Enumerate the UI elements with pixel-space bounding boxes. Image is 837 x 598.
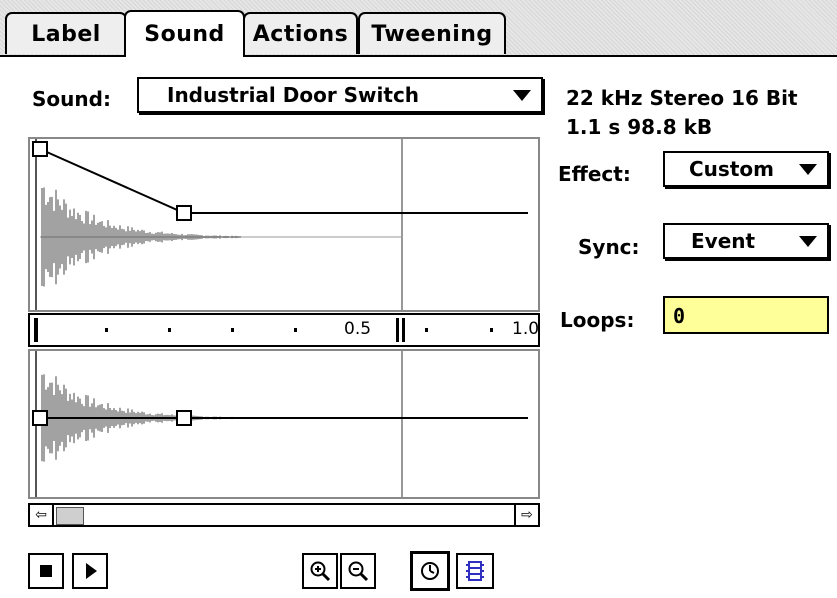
sound-format-info: 22 kHz Stereo 16 Bit [566, 86, 798, 110]
sync-select-value: Event [691, 229, 756, 253]
chevron-down-icon [799, 163, 817, 175]
scroll-thumb[interactable] [56, 507, 84, 525]
tab-actions[interactable]: Actions [243, 12, 358, 54]
arrow-right-icon[interactable]: ⇨ [514, 505, 538, 525]
tab-tweening[interactable]: Tweening [358, 12, 506, 54]
tab-sound-text: Sound [144, 22, 225, 47]
tab-tweening-text: Tweening [371, 21, 493, 47]
frame-units-button[interactable] [456, 553, 494, 589]
clock-icon [421, 562, 439, 580]
chevron-down-icon [513, 89, 531, 101]
sound-label: Sound: [32, 87, 111, 111]
ruler-mark-half: 0.5 [344, 319, 372, 339]
tab-bar: Label Sound Actions Tweening [0, 0, 837, 57]
left-channel-envelope[interactable] [28, 137, 540, 312]
loops-label: Loops: [560, 308, 635, 332]
tab-label-text: Label [31, 21, 101, 47]
envelope-handle[interactable] [176, 205, 192, 221]
sound-select[interactable]: Industrial Door Switch [137, 77, 543, 113]
envelope-handle[interactable] [176, 410, 192, 426]
sound-select-value: Industrial Door Switch [167, 83, 420, 107]
sound-panel: Sound: Industrial Door Switch 22 kHz Ste… [0, 55, 837, 598]
timeline-ruler: 0.5 1.0 [28, 313, 540, 347]
effect-select[interactable]: Custom [663, 151, 829, 187]
sync-select[interactable]: Event [663, 223, 829, 259]
right-channel-waveform [32, 351, 528, 497]
left-channel-waveform [32, 139, 528, 310]
sync-label: Sync: [578, 235, 640, 259]
ruler-ticks [34, 318, 493, 342]
stop-button[interactable] [28, 553, 64, 589]
zoom-in-button[interactable] [302, 553, 338, 589]
chevron-down-icon [799, 235, 817, 247]
tab-label[interactable]: Label [5, 12, 127, 54]
arrow-left-icon[interactable]: ⇦ [30, 505, 54, 525]
tab-sound[interactable]: Sound [124, 10, 245, 57]
zoom-out-icon [348, 561, 369, 582]
envelope-handle[interactable] [32, 141, 48, 157]
play-button[interactable] [72, 553, 108, 589]
stop-icon [40, 565, 52, 577]
effect-select-value: Custom [689, 157, 774, 181]
horizontal-scrollbar[interactable]: ⇦ ⇨ [28, 503, 540, 527]
play-icon [86, 563, 97, 579]
filmstrip-icon [466, 561, 484, 581]
tab-actions-text: Actions [252, 21, 349, 47]
zoom-in-icon [310, 561, 331, 582]
zoom-out-button[interactable] [340, 553, 376, 589]
envelope-handle[interactable] [32, 410, 48, 426]
time-units-button[interactable] [410, 551, 450, 591]
effect-label: Effect: [558, 162, 631, 186]
loops-input[interactable]: 0 [663, 296, 829, 334]
ruler-mark-one: 1.0 [512, 319, 540, 339]
right-channel-envelope[interactable] [28, 349, 540, 499]
sound-size-info: 1.1 s 98.8 kB [566, 115, 713, 139]
